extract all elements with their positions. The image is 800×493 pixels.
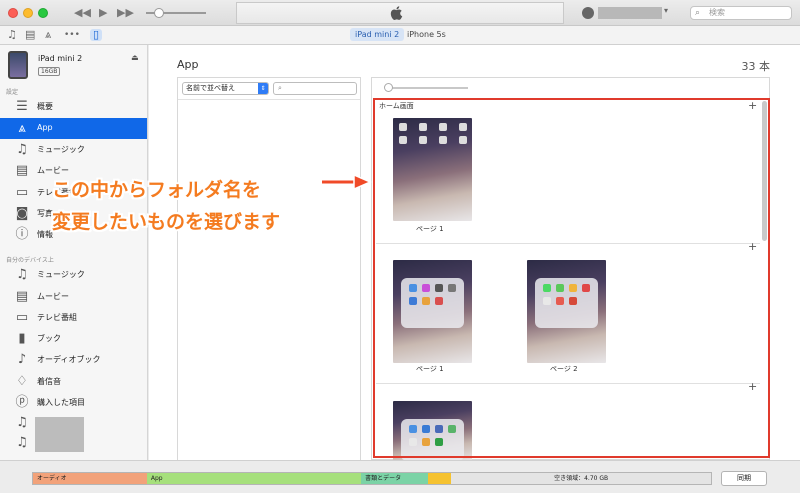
sort-select-value: 名前で並べ替え xyxy=(186,84,235,92)
on-device-section-header: 自分のデバイス上 xyxy=(6,257,54,264)
music-note-icon: ♫ xyxy=(16,267,28,282)
media-nav-bar: ♫ ▤ ⩓ ••• ▯ iPad mini 2 iPhone 5s xyxy=(0,26,800,45)
arrow-right-icon xyxy=(322,174,372,190)
storage-segment-other xyxy=(427,473,452,484)
account-name-redacted xyxy=(598,7,662,19)
app-store-icon[interactable]: ⩓ xyxy=(45,29,51,41)
sidebar-item-device-movies[interactable]: ▤ ムービー xyxy=(0,286,147,307)
bell-icon: ♢ xyxy=(16,374,28,389)
music-note-icon: ♫ xyxy=(16,142,28,157)
device-name: iPad mini 2 xyxy=(38,54,83,63)
sidebar-item-label: 情報 xyxy=(37,230,53,239)
zoom-slider-track[interactable] xyxy=(388,87,468,89)
zoom-window-button[interactable] xyxy=(38,8,48,18)
film-icon[interactable]: ▤ xyxy=(25,29,35,41)
highlight-box xyxy=(373,98,770,458)
account-menu[interactable]: ▾ xyxy=(582,6,672,20)
sidebar-item-label: ミュージック xyxy=(37,145,85,154)
storage-capacity-bar: オーディオ App 書類とデータ 空き領域：4.70 GB xyxy=(32,472,712,485)
annotation-line-1: この中からフォルダ名を xyxy=(52,179,262,201)
sidebar-item-app[interactable]: ⩓ App xyxy=(0,118,147,139)
app-count: 33 本 xyxy=(741,60,771,73)
app-list-pane: 名前で並べ替え ⇕ ⌕ xyxy=(177,77,361,460)
search-icon: ⌕ xyxy=(695,8,701,18)
eject-icon[interactable]: ⏏ xyxy=(131,53,139,62)
sidebar-item-label: App xyxy=(37,123,53,132)
book-icon: ▮ xyxy=(18,331,26,346)
purchased-icon: ⓟ xyxy=(15,395,29,410)
sidebar-item-label: 着信音 xyxy=(37,377,61,386)
storage-segment-app: App xyxy=(146,473,362,484)
device-tab-ipad[interactable]: iPad mini 2 xyxy=(350,28,405,41)
capacity-bar-area: オーディオ App 書類とデータ 空き領域：4.70 GB 同期 xyxy=(0,460,800,493)
sidebar-item-label: テレビ番組 xyxy=(37,313,77,322)
device-tab-iphone[interactable]: iPhone 5s xyxy=(402,28,451,41)
chevron-down-icon: ▾ xyxy=(664,6,669,15)
storage-segment-documents: 書類とデータ xyxy=(361,473,428,484)
more-icon[interactable]: ••• xyxy=(64,29,80,41)
iphone-icon[interactable]: ▯ xyxy=(90,29,103,41)
account-avatar-icon xyxy=(582,7,594,19)
info-icon: ⓘ xyxy=(15,227,29,242)
search-input[interactable]: ⌕ 検索 xyxy=(690,6,792,20)
sidebar: iPad mini 2 16GB ⏏ 設定 ☰ 概要 ⩓ App ♫ ミュージッ… xyxy=(0,45,148,460)
settings-section-header: 設定 xyxy=(6,89,19,96)
search-placeholder: 検索 xyxy=(709,8,725,17)
volume-slider-knob[interactable] xyxy=(154,8,164,18)
sidebar-item-device-books[interactable]: ▮ ブック xyxy=(0,328,147,349)
device-capacity-badge: 16GB xyxy=(38,67,61,76)
minimize-window-button[interactable] xyxy=(23,8,33,18)
sidebar-item-device-audiobooks[interactable]: ♪ オーディオブック xyxy=(0,349,147,370)
app-store-icon: ⩓ xyxy=(18,121,26,136)
sidebar-item-label: 購入した項目 xyxy=(37,398,85,407)
audiobook-icon: ♪ xyxy=(17,352,27,367)
sidebar-item-label: 写真 xyxy=(37,209,53,218)
music-note-icon[interactable]: ♫ xyxy=(7,29,17,41)
sidebar-item-label: 概要 xyxy=(37,102,53,111)
sidebar-item-label: ブック xyxy=(37,334,61,343)
close-window-button[interactable] xyxy=(8,8,18,18)
sidebar-item-music[interactable]: ♫ ミュージック xyxy=(0,139,147,160)
tv-icon: ▭ xyxy=(15,310,29,325)
sidebar-item-summary[interactable]: ☰ 概要 xyxy=(0,96,147,117)
sidebar-item-device-tones[interactable]: ♢ 着信音 xyxy=(0,371,147,392)
title-bar: ◀◀ ▶ ▶▶ ▾ ⌕ 検索 xyxy=(0,0,800,26)
tv-icon: ▭ xyxy=(15,185,29,200)
ipad-device-icon xyxy=(8,51,28,79)
camera-icon: ◙ xyxy=(15,206,29,221)
playlist-icon[interactable]: ♫ xyxy=(14,415,30,430)
page-title: App xyxy=(177,58,199,71)
apple-logo-icon xyxy=(390,6,403,21)
sort-select[interactable]: 名前で並べ替え ⇕ xyxy=(182,82,269,95)
divider xyxy=(178,99,360,100)
sync-button[interactable]: 同期 xyxy=(721,471,767,486)
select-arrows-icon: ⇕ xyxy=(258,83,268,94)
playlist-icon[interactable]: ♫ xyxy=(14,435,30,450)
film-icon: ▤ xyxy=(15,163,29,178)
sidebar-item-device-music[interactable]: ♫ ミュージック xyxy=(0,264,147,285)
annotation-line-2: 変更したいものを選びます xyxy=(52,211,281,233)
film-icon: ▤ xyxy=(15,289,29,304)
rewind-icon[interactable]: ◀◀ xyxy=(74,6,91,20)
play-icon[interactable]: ▶ xyxy=(99,6,107,20)
storage-segment-audio: オーディオ xyxy=(33,473,147,484)
app-filter-input[interactable]: ⌕ xyxy=(273,82,357,95)
playlist-thumbnail-redacted xyxy=(35,417,84,452)
sidebar-item-label: ミュージック xyxy=(37,270,85,279)
zoom-slider-knob[interactable] xyxy=(384,83,393,92)
sidebar-item-label: オーディオブック xyxy=(37,355,101,364)
fast-forward-icon[interactable]: ▶▶ xyxy=(117,6,134,20)
sidebar-item-device-tv[interactable]: ▭ テレビ番組 xyxy=(0,307,147,328)
sidebar-item-label: ムービー xyxy=(37,292,69,301)
summary-icon: ☰ xyxy=(16,99,28,114)
sidebar-item-device-purchased[interactable]: ⓟ 購入した項目 xyxy=(0,392,147,413)
storage-segment-free: 空き領域：4.70 GB xyxy=(451,473,711,484)
search-icon: ⌕ xyxy=(278,84,282,92)
